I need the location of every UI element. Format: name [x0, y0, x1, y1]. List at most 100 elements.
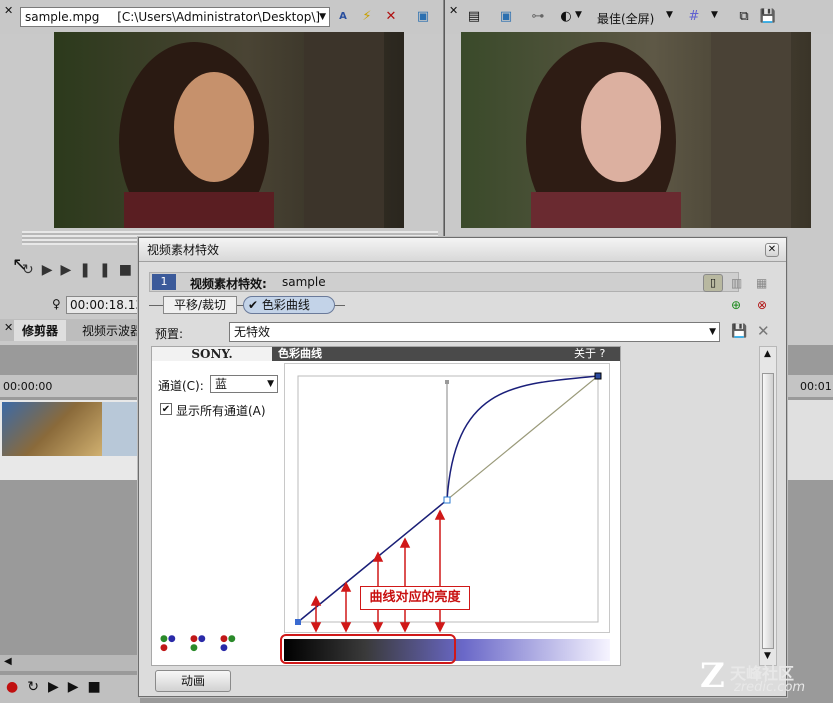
- control-point-mid[interactable]: [443, 496, 451, 504]
- show-all-checkbox[interactable]: ✔: [160, 403, 172, 415]
- quality-label[interactable]: 最佳(全屏): [597, 10, 654, 27]
- dropdown-arrow-icon: ▼: [319, 12, 326, 22]
- chain-item-color-curves-label: 色彩曲线: [261, 298, 310, 312]
- sony-logo: SONY.: [152, 347, 272, 361]
- preview-video-frame: [461, 32, 811, 228]
- transport-controls: ↻▶▶❚❚■: [22, 262, 142, 288]
- trimmer-video-frame: [54, 32, 404, 228]
- chain-item-color-curves[interactable]: ✔ 色彩曲线: [243, 296, 335, 314]
- play-from-start-icon[interactable]: ▶: [48, 679, 68, 695]
- portrait-image: [461, 32, 811, 228]
- stop-icon[interactable]: ■: [88, 679, 110, 695]
- timeline-scrollbar[interactable]: ◀: [0, 655, 140, 671]
- red-channel-icon[interactable]: ●● ●: [190, 635, 206, 653]
- chain-number-badge: 1: [152, 274, 176, 290]
- channel-label: 通道(C):: [158, 379, 204, 393]
- file-name: sample.mpg: [25, 10, 100, 24]
- dialog-title-bar[interactable]: 视频素材特效 ✕: [139, 238, 786, 262]
- file-selector[interactable]: sample.mpg [C:\Users\Administrator\Deskt…: [20, 7, 330, 27]
- control-point-start[interactable]: [295, 619, 301, 625]
- grid-icon[interactable]: #: [685, 8, 703, 26]
- play-icon[interactable]: ▶: [61, 262, 80, 278]
- dropdown-arrow-icon[interactable]: ▼: [711, 10, 718, 20]
- dialog-close-icon[interactable]: ✕: [765, 243, 779, 257]
- dropdown-arrow-icon[interactable]: ▼: [575, 10, 582, 20]
- scroll-up-icon[interactable]: ▲: [764, 349, 771, 359]
- watermark-logo-letter: Z: [700, 656, 725, 696]
- green-channel-icon[interactable]: ●● ●: [220, 635, 236, 653]
- plugin-header: SONY. 色彩曲线 关于 ?: [152, 347, 620, 361]
- delete-preset-icon[interactable]: ✕: [757, 322, 770, 340]
- preset-value: 无特效: [234, 325, 271, 339]
- layout-grid-icon[interactable]: ▦: [756, 276, 767, 290]
- file-path: [C:\Users\Administrator\Desktop\]: [117, 10, 321, 24]
- loop-icon[interactable]: ↻: [27, 679, 48, 695]
- ruler-end-time: 00:01:: [800, 380, 833, 393]
- timecode-display: 00:00:18.13: [66, 296, 143, 314]
- clip-thumbnail[interactable]: [2, 402, 102, 456]
- copy-snapshot-icon[interactable]: ⧉: [735, 8, 753, 26]
- curve-graph[interactable]: 曲线对应的亮度: [284, 363, 610, 633]
- save-preset-icon[interactable]: 💾: [731, 324, 747, 339]
- ruler-start-time: 00:00:00: [3, 380, 53, 393]
- layout-single-icon[interactable]: ▯: [703, 274, 723, 292]
- checkmark-icon: ✔: [248, 298, 259, 312]
- auto-ripple-icon[interactable]: A: [334, 8, 352, 26]
- watermark: Z 天峰社区 zredic.com: [700, 656, 830, 700]
- play-from-start-icon[interactable]: ▶: [42, 262, 61, 278]
- fx-chain: 平移/裁切 ✔ 色彩曲线: [149, 296, 739, 316]
- rgb-channel-icon[interactable]: ●● ●: [160, 635, 176, 653]
- plugin-panel: SONY. 色彩曲线 关于 ? 通道(C): 蓝 ▼ ✔ 显示所有通道(A) 曲…: [151, 346, 621, 666]
- record-icon[interactable]: ●: [6, 679, 27, 695]
- animate-button[interactable]: 动画: [155, 670, 231, 692]
- dropdown-arrow-icon: ▼: [709, 327, 716, 337]
- dropdown-arrow-icon: ▼: [267, 379, 274, 389]
- split-screen-icon[interactable]: ⊶: [529, 8, 547, 26]
- chain-item-pan-crop[interactable]: 平移/裁切: [163, 296, 237, 314]
- delete-icon[interactable]: ✕: [382, 8, 400, 26]
- monitor-icon[interactable]: ▣: [414, 8, 432, 26]
- layout-double-icon[interactable]: ▥: [731, 276, 742, 290]
- fx-header-bar: 1 视频素材特效: sample: [149, 272, 739, 292]
- timeline-transport: ●↻▶▶■: [0, 675, 140, 703]
- marker-icon[interactable]: ♀: [52, 297, 61, 311]
- channel-dropdown[interactable]: 蓝 ▼: [210, 375, 278, 393]
- clip-thumbnail-2[interactable]: [102, 402, 138, 456]
- chain-add-icon[interactable]: ⊕: [731, 298, 741, 312]
- stop-icon[interactable]: ■: [119, 262, 140, 278]
- preset-dropdown[interactable]: 无特效 ▼: [229, 322, 720, 342]
- overlay-icon[interactable]: ◐: [557, 8, 575, 26]
- dialog-title: 视频素材特效: [147, 243, 220, 257]
- preview-toolbar: ✕ ▤ ▣ ⊶ ◐ ▼ 最佳(全屏) ▼ # ▼ ⧉ 💾: [445, 0, 833, 34]
- dropdown-arrow-icon[interactable]: ▼: [666, 10, 673, 20]
- close-icon[interactable]: ✕: [449, 4, 458, 17]
- plugin-name: 色彩曲线: [278, 347, 322, 360]
- monitor-icon[interactable]: ▣: [497, 8, 515, 26]
- control-point-end[interactable]: [594, 372, 602, 380]
- fx-header-label: 视频素材特效:: [190, 277, 267, 291]
- video-fx-dialog: 视频素材特效 ✕ 1 视频素材特效: sample ▯ ▥ ▦ 平移/裁切 ✔ …: [138, 237, 787, 697]
- watermark-site-url: zredic.com: [734, 680, 806, 695]
- tab-trimmer[interactable]: 修剪器: [14, 320, 67, 341]
- channel-value: 蓝: [215, 377, 228, 391]
- pause-icon[interactable]: ❚❚: [79, 262, 118, 278]
- annotation-label: 曲线对应的亮度: [360, 586, 470, 610]
- play-icon[interactable]: ▶: [68, 679, 88, 695]
- save-snapshot-icon[interactable]: 💾: [759, 8, 777, 26]
- properties-icon[interactable]: ▤: [465, 8, 483, 26]
- annotation-highlight-box: [280, 634, 456, 664]
- portrait-image: [54, 32, 404, 228]
- close-icon[interactable]: ✕: [4, 4, 13, 17]
- track-end-region: [780, 400, 833, 480]
- chain-remove-icon[interactable]: ⊗: [757, 298, 767, 312]
- dialog-scrollbar[interactable]: ▲ ▼: [759, 346, 777, 666]
- show-all-label: 显示所有通道(A): [176, 404, 266, 418]
- control-point-tangent[interactable]: [445, 380, 449, 384]
- scroll-left-icon[interactable]: ◀: [4, 656, 12, 667]
- lightning-icon[interactable]: ⚡: [358, 8, 376, 26]
- tab-close-icon[interactable]: ✕: [4, 321, 13, 334]
- fx-header-value: sample: [282, 275, 326, 289]
- scroll-thumb[interactable]: [762, 373, 774, 649]
- trimmer-toolbar: ✕ sample.mpg [C:\Users\Administrator\Des…: [0, 0, 443, 34]
- about-link[interactable]: 关于 ?: [574, 347, 605, 361]
